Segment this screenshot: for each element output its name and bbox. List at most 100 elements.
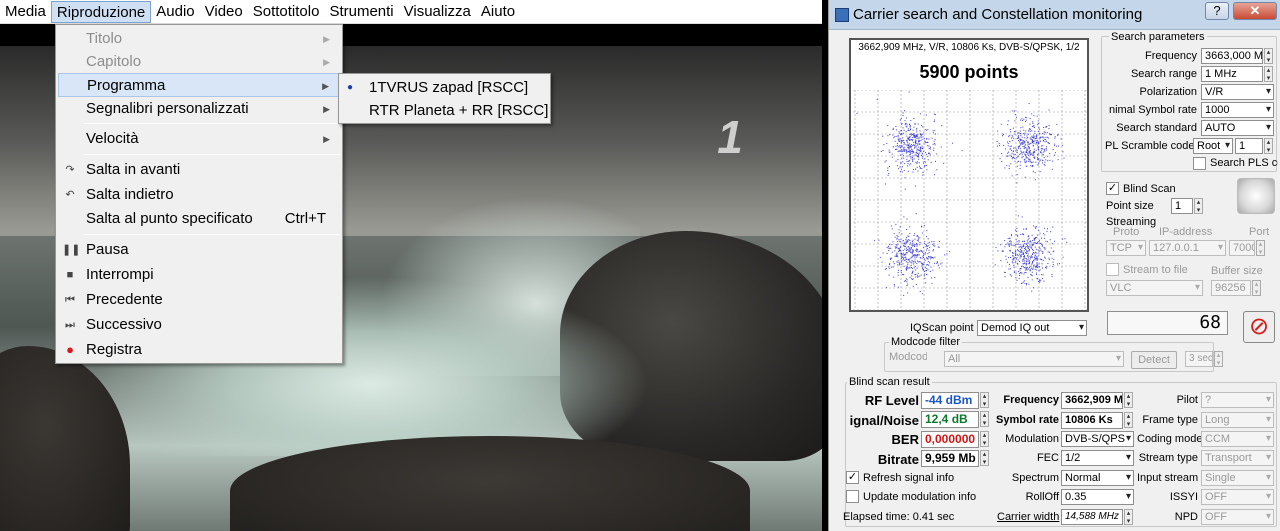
- menu-video[interactable]: Video: [200, 1, 248, 23]
- menu-item-precedente[interactable]: ⏮ Precedente: [58, 288, 340, 312]
- refresh-signal-checkbox[interactable]: ✓: [846, 471, 859, 484]
- menu-media[interactable]: Media: [0, 1, 51, 23]
- detect-seconds-spinner[interactable]: ▴ ▾: [1214, 351, 1223, 367]
- menu-item-registra[interactable]: ● Registra: [58, 338, 340, 362]
- blind-scan-checkbox[interactable]: ✓: [1106, 182, 1119, 195]
- constellation-point: [904, 188, 906, 190]
- input-stream-select[interactable]: Single: [1201, 470, 1274, 486]
- port-input[interactable]: 7000: [1229, 240, 1255, 256]
- fec-select[interactable]: 1/2: [1061, 450, 1134, 466]
- menu-item-velocita[interactable]: Velocità ▶: [58, 127, 340, 151]
- constellation-point: [927, 269, 929, 271]
- menu-aiuto[interactable]: Aiuto: [476, 1, 520, 23]
- constellation-point: [1057, 134, 1059, 136]
- menu-item-capitolo[interactable]: Capitolo ▶: [58, 50, 340, 74]
- rolloff-select[interactable]: 0.35: [1061, 489, 1134, 505]
- port-spinner[interactable]: ▴ ▾: [1256, 240, 1265, 256]
- constellation-point: [1037, 123, 1039, 125]
- constellation-point: [1004, 272, 1006, 274]
- constellation-point: [1029, 138, 1031, 140]
- modulation-select[interactable]: DVB-S/QPS: [1061, 431, 1134, 447]
- submenu-item-1tvrus[interactable]: ● 1TVRUS zapad [RSCC]: [341, 76, 548, 99]
- constellation-point: [1027, 258, 1029, 260]
- buffer-size-spinner[interactable]: ▴ ▾: [1252, 280, 1261, 296]
- buffer-size-input[interactable]: 96256: [1211, 280, 1251, 296]
- npd-select[interactable]: OFF: [1201, 509, 1274, 525]
- signal-noise-spinner[interactable]: ▴ ▾: [980, 411, 989, 427]
- update-modulation-checkbox[interactable]: [846, 490, 859, 503]
- menu-item-salta-indietro[interactable]: ↶ Salta indietro: [58, 183, 340, 207]
- carrier-width-spinner[interactable]: ▴ ▾: [1124, 509, 1133, 525]
- iqscan-point-select[interactable]: Demod IQ out: [977, 320, 1087, 336]
- constellation-point: [1018, 275, 1020, 277]
- constellation-point: [924, 164, 926, 166]
- constellation-point: [1035, 149, 1037, 151]
- issyi-select[interactable]: OFF: [1201, 489, 1274, 505]
- menu-item-salta-punto[interactable]: Salta al punto specificato Ctrl+T: [58, 207, 340, 231]
- modcode-select[interactable]: All: [944, 351, 1124, 367]
- frequency-spinner[interactable]: ▴ ▾: [1264, 48, 1273, 64]
- menu-sottotitolo[interactable]: Sottotitolo: [248, 1, 325, 23]
- constellation-point: [1036, 264, 1038, 266]
- polarization-select[interactable]: V/R: [1201, 84, 1274, 100]
- proto-select[interactable]: TCP: [1106, 240, 1146, 256]
- menu-audio[interactable]: Audio: [151, 1, 199, 23]
- constellation-point: [906, 279, 908, 281]
- constellation-point: [1033, 126, 1035, 128]
- point-size-input[interactable]: 1: [1171, 198, 1193, 214]
- constellation-point: [1041, 152, 1043, 154]
- constellation-point: [907, 263, 909, 265]
- constellation-point: [1032, 152, 1034, 154]
- pl-scramble-input[interactable]: 1: [1235, 138, 1263, 154]
- constellation-point: [1054, 240, 1056, 242]
- detect-seconds-input[interactable]: 3 sec: [1185, 351, 1213, 367]
- stream-type-select[interactable]: Transport: [1201, 450, 1274, 466]
- result-frequency-spinner[interactable]: ▴ ▾: [1124, 392, 1133, 408]
- help-button[interactable]: ?: [1205, 2, 1229, 20]
- menu-item-interrompi[interactable]: ■ Interrompi: [58, 263, 340, 287]
- satellite-dish-icon[interactable]: [1237, 178, 1275, 214]
- menu-riproduzione[interactable]: Riproduzione: [50, 0, 152, 23]
- symbol-rate-spinner[interactable]: ▴ ▾: [1124, 412, 1133, 428]
- constellation-point: [919, 152, 921, 154]
- menu-item-segnalibri[interactable]: Segnalibri personalizzati ▶: [58, 97, 340, 121]
- ber-spinner[interactable]: ▴ ▾: [980, 431, 989, 447]
- player-select[interactable]: VLC: [1106, 280, 1203, 296]
- pl-scramble-spinner[interactable]: ▴ ▾: [1264, 138, 1273, 154]
- constellation-point: [913, 254, 915, 256]
- pilot-select[interactable]: ?: [1201, 392, 1274, 408]
- ip-address-select[interactable]: 127.0.0.1: [1149, 240, 1226, 256]
- menu-strumenti[interactable]: Strumenti: [324, 1, 398, 23]
- constellation-point: [1010, 241, 1012, 243]
- min-symbol-rate-select[interactable]: 1000: [1201, 102, 1274, 118]
- menu-item-salta-avanti[interactable]: ↷ Salta in avanti: [58, 158, 340, 182]
- submenu-item-rtr-planeta[interactable]: RTR Planeta + RR [RSCC]: [341, 99, 548, 122]
- constellation-point: [923, 132, 925, 134]
- rf-level-spinner[interactable]: ▴ ▾: [980, 392, 989, 408]
- constellation-point: [1032, 153, 1034, 155]
- stop-scan-icon[interactable]: ⊘: [1243, 311, 1275, 343]
- issyi-label: ISSYI: [1169, 491, 1198, 503]
- menu-item-pausa[interactable]: ❚❚ Pausa: [58, 238, 340, 262]
- coding-mode-select[interactable]: CCM: [1201, 431, 1274, 447]
- detect-button[interactable]: Detect: [1131, 351, 1177, 369]
- frequency-input[interactable]: 3663,000 MHz: [1201, 48, 1263, 64]
- search-range-input[interactable]: 1 MHz: [1201, 66, 1263, 82]
- bitrate-spinner[interactable]: ▴ ▾: [980, 450, 989, 466]
- menu-item-programma[interactable]: Programma ▶: [58, 73, 340, 97]
- menu-item-successivo[interactable]: ⏭ Successivo: [58, 313, 340, 337]
- constellation-point: [1044, 141, 1046, 143]
- frame-type-select[interactable]: Long: [1201, 412, 1274, 428]
- pl-scramble-mode-select[interactable]: Root: [1193, 138, 1233, 154]
- search-standard-select[interactable]: AUTO: [1201, 120, 1274, 136]
- constellation-point: [946, 253, 948, 255]
- constellation-point: [900, 252, 902, 254]
- search-pls-checkbox[interactable]: [1193, 157, 1206, 170]
- close-button[interactable]: ✕: [1233, 2, 1277, 20]
- stream-to-file-checkbox[interactable]: [1106, 263, 1119, 276]
- point-size-spinner[interactable]: ▴ ▾: [1194, 198, 1203, 214]
- spectrum-select[interactable]: Normal: [1061, 470, 1134, 486]
- search-range-spinner[interactable]: ▴ ▾: [1264, 66, 1273, 82]
- menu-visualizza[interactable]: Visualizza: [399, 1, 476, 23]
- menu-item-titolo[interactable]: Titolo ▶: [58, 27, 340, 51]
